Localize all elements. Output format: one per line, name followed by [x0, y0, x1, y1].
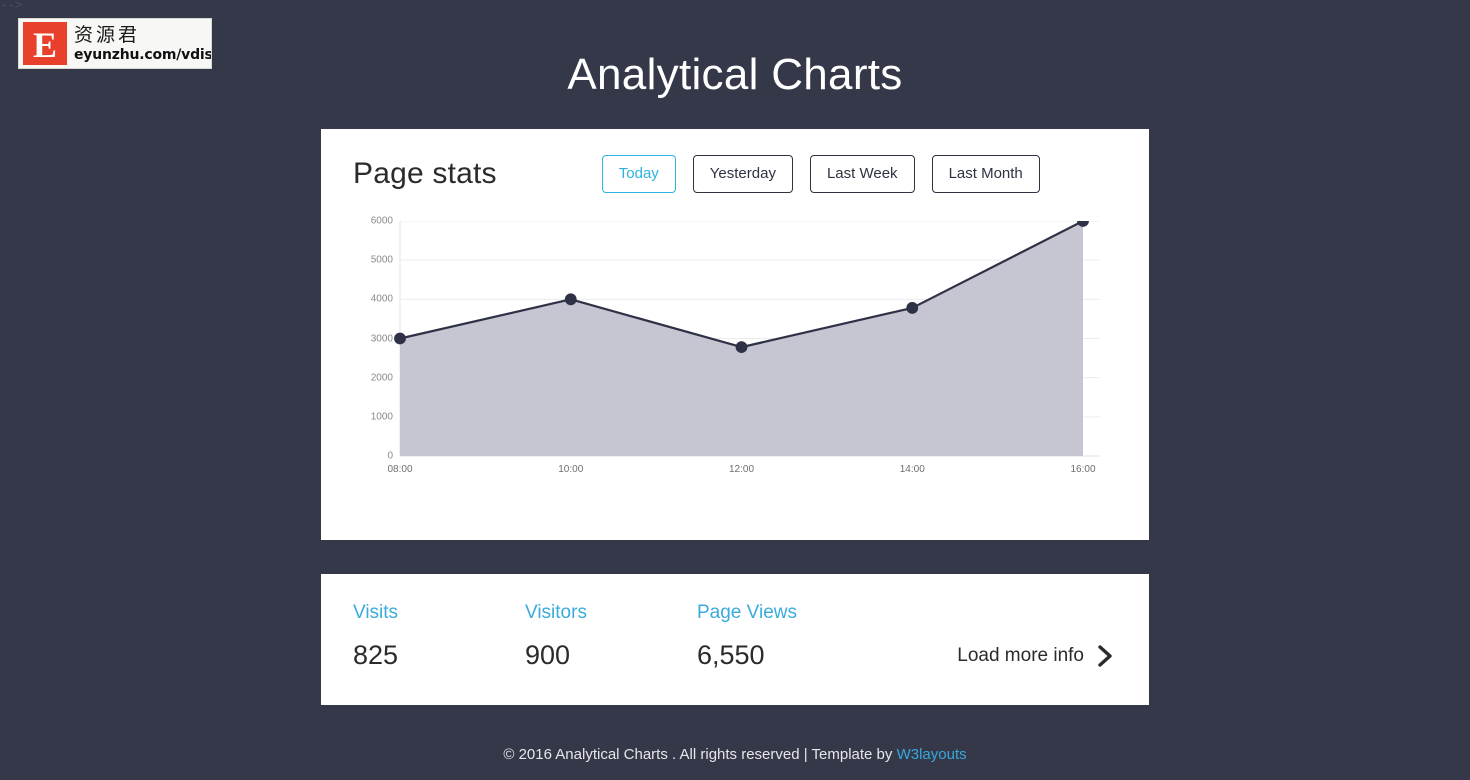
chart-heading: Page stats	[353, 157, 497, 190]
x-tick-label: 14:00	[899, 464, 925, 475]
x-tick-label: 16:00	[1070, 464, 1096, 475]
html-comment-artifact: -->	[0, 0, 22, 13]
stat-label-visitors: Visitors	[525, 602, 587, 623]
y-tick-label: 6000	[370, 215, 393, 227]
x-tick-label: 12:00	[728, 464, 755, 475]
y-tick-label: 4000	[370, 293, 393, 305]
watermark-badge-letter: E	[23, 22, 67, 65]
footer-w3layouts-link[interactable]: W3layouts	[897, 746, 967, 763]
page-title: Analytical Charts	[567, 50, 903, 99]
y-tick-label: 0	[387, 450, 393, 462]
stat-label-page-views: Page Views	[697, 602, 797, 623]
stat-value-visits: 825	[353, 640, 399, 670]
page-stats-chart: 0 1000 2000 3000 4000 5000 6000 08:00 10:00 12:0…	[353, 216, 1117, 491]
range-button-yesterday[interactable]: Yesterday	[692, 155, 793, 193]
range-button-group: Today Yesterday Last Week Last Month	[601, 155, 1040, 193]
watermark-text: 资源君 eyunzhu.com/vdisk	[74, 23, 212, 63]
watermark-logo: E 资源君 eyunzhu.com/vdisk	[18, 18, 212, 69]
chart-svg	[394, 221, 1100, 457]
watermark-chinese-text: 资源君	[74, 23, 141, 46]
stat-value-page-views: 6,550	[697, 640, 765, 670]
x-tick-label: 10:00	[558, 464, 584, 475]
y-tick-label: 5000	[370, 254, 393, 266]
range-button-today[interactable]: Today	[601, 155, 676, 193]
stats-value-row: 825 900 6,550 Load more info	[353, 640, 1117, 671]
page-stats-card: Page stats Today Yesterday Last Week Las…	[321, 129, 1149, 540]
chart-header-row: Page stats Today Yesterday Last Week Las…	[353, 155, 1117, 193]
load-more-info-button[interactable]: Load more info	[957, 645, 1117, 667]
x-tick-label: 08:00	[387, 464, 413, 475]
watermark-url-text: eyunzhu.com/vdisk	[74, 46, 212, 63]
stats-label-row: Visits Visitors Page Views	[353, 602, 1117, 624]
chevron-right-icon	[1098, 644, 1113, 667]
load-more-info-label: Load more info	[957, 644, 1084, 666]
y-tick-label: 3000	[370, 333, 393, 344]
stat-label-visits: Visits	[353, 602, 399, 623]
range-button-last-month[interactable]: Last Month	[931, 155, 1040, 193]
content-wrapper: Page stats Today Yesterday Last Week Las…	[321, 129, 1149, 705]
footer-copyright-text: © 2016 Analytical Charts . All rights re…	[503, 746, 897, 763]
y-tick-label: 1000	[370, 411, 393, 423]
y-tick-label: 2000	[370, 372, 393, 384]
footer: © 2016 Analytical Charts . All rights re…	[0, 746, 1470, 763]
stat-value-visitors: 900	[525, 640, 571, 670]
summary-stats-card: Visits Visitors Page Views 825 900 6,550…	[321, 574, 1149, 705]
range-button-last-week[interactable]: Last Week	[809, 155, 915, 193]
